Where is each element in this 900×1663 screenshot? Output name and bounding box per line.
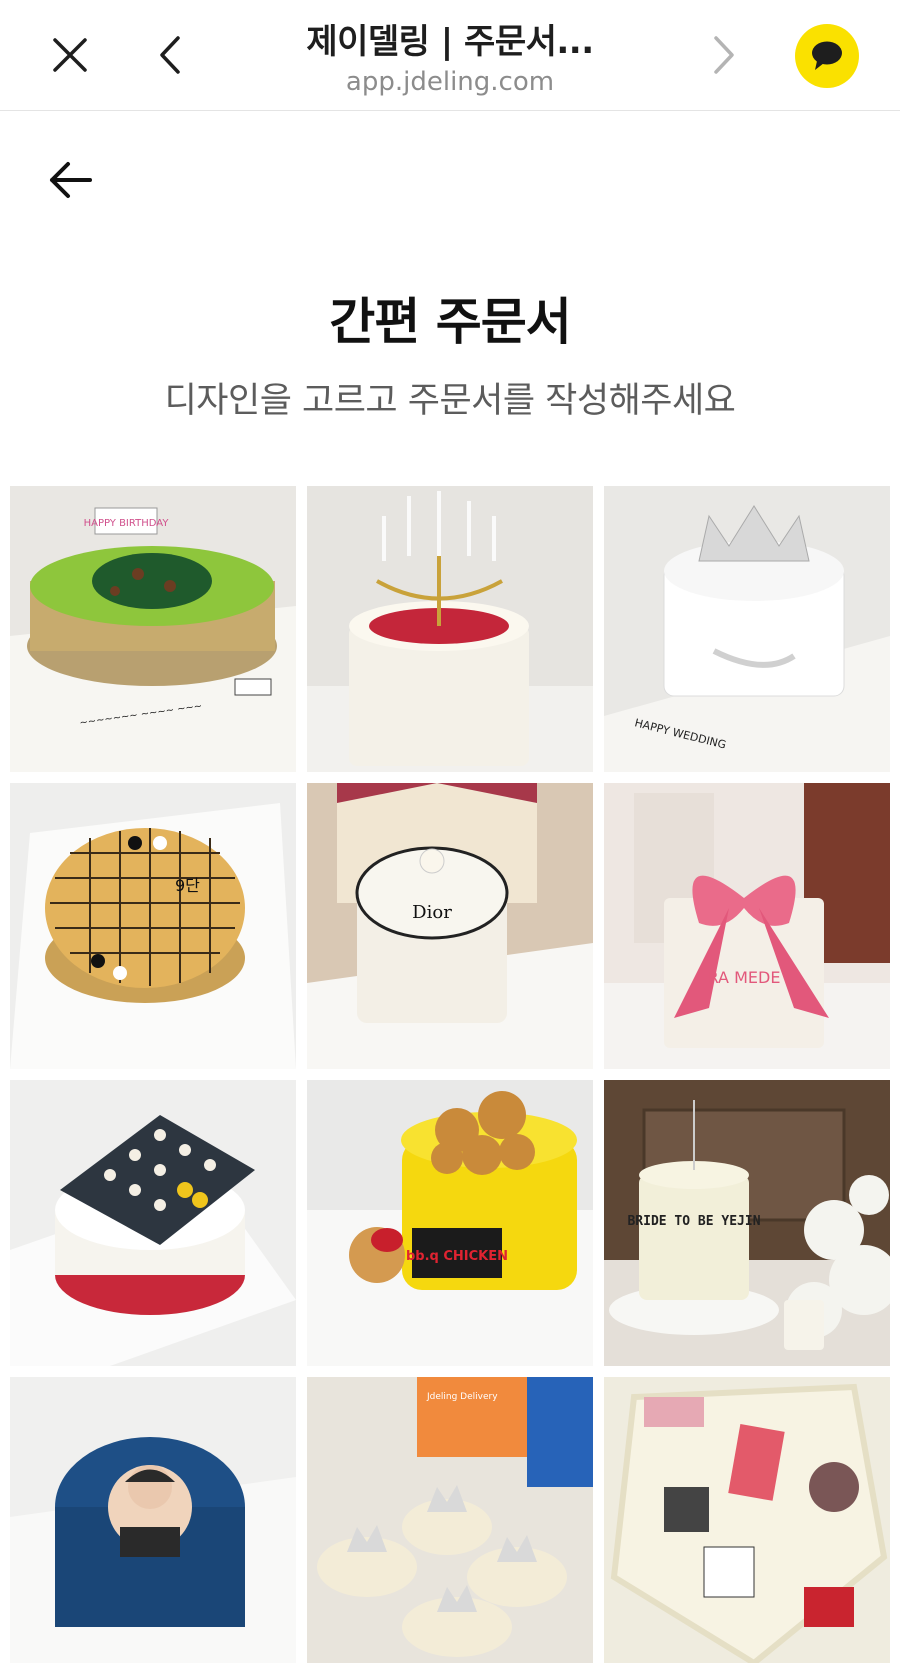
arrow-left-icon	[50, 162, 92, 198]
cake-photo: BRIDE TO BE YEJIN	[604, 1080, 890, 1366]
cake-text: bb.q CHICKEN	[406, 1249, 508, 1264]
cake-photo	[307, 486, 593, 772]
browser-title: 제이델링 | 주문서...	[306, 22, 594, 62]
page-title: 간편 주문서	[329, 293, 571, 351]
cake-photo: RA MEDE	[604, 783, 890, 1069]
browser-toolbar: 제이델링 | 주문서... app.jdeling.com	[0, 0, 900, 111]
cake-photo: Jdeling Delivery	[307, 1377, 593, 1663]
design-tile[interactable]: BRIDE TO BE YEJIN	[604, 1080, 890, 1366]
cake-text: Jdeling Delivery	[426, 1392, 498, 1402]
cake-photo: HAPPY WEDDING	[604, 486, 890, 772]
cake-photo: HAPPY BIRTHDAY ~~~~~~~ ~~~~ ~~~	[10, 486, 296, 772]
cake-photo	[10, 1080, 296, 1366]
back-button[interactable]	[142, 25, 202, 85]
cake-photo	[604, 1377, 890, 1663]
cake-text: 9단	[175, 876, 200, 895]
design-tile[interactable]: Jdeling Delivery	[307, 1377, 593, 1663]
page-back-button[interactable]	[40, 150, 100, 210]
design-tile[interactable]	[604, 1377, 890, 1663]
page-subtitle: 디자인을 고르고 주문서를 작성해주세요	[164, 381, 736, 421]
chevron-right-icon	[714, 36, 734, 74]
design-tile[interactable]: HAPPY WEDDING	[604, 486, 890, 772]
cake-photo: 9단	[10, 783, 296, 1069]
cake-text: BRIDE TO BE YEJIN	[627, 1214, 760, 1229]
cake-photo: bb.q CHICKEN	[307, 1080, 593, 1366]
close-button[interactable]	[40, 25, 100, 85]
design-tile[interactable]: 9단	[10, 783, 296, 1069]
browser-url: app.jdeling.com	[345, 67, 555, 97]
kakaotalk-button[interactable]	[795, 24, 859, 88]
cake-text: Dior	[412, 902, 452, 923]
cake-photo: Dior	[307, 783, 593, 1069]
design-tile[interactable]: HAPPY BIRTHDAY ~~~~~~~ ~~~~ ~~~	[10, 486, 296, 772]
cake-text: HAPPY BIRTHDAY	[84, 518, 170, 529]
design-tile[interactable]	[10, 1377, 296, 1663]
design-tile[interactable]: RA MEDE	[604, 783, 890, 1069]
design-tile[interactable]: bb.q CHICKEN	[307, 1080, 593, 1366]
browser-title-block: 제이델링 | 주문서... app.jdeling.com	[200, 14, 700, 97]
close-icon	[53, 38, 87, 72]
design-tile[interactable]	[307, 486, 593, 772]
forward-button[interactable]	[692, 25, 752, 85]
cake-photo	[10, 1377, 296, 1663]
kakaotalk-chat-icon	[812, 41, 842, 70]
design-grid: HAPPY BIRTHDAY ~~~~~~~ ~~~~ ~~~ HAPPY WE…	[10, 486, 891, 1663]
chevron-left-icon	[160, 36, 180, 74]
design-tile[interactable]: Dior	[307, 783, 593, 1069]
cake-text: RA MEDE	[708, 968, 781, 987]
design-tile[interactable]	[10, 1080, 296, 1366]
